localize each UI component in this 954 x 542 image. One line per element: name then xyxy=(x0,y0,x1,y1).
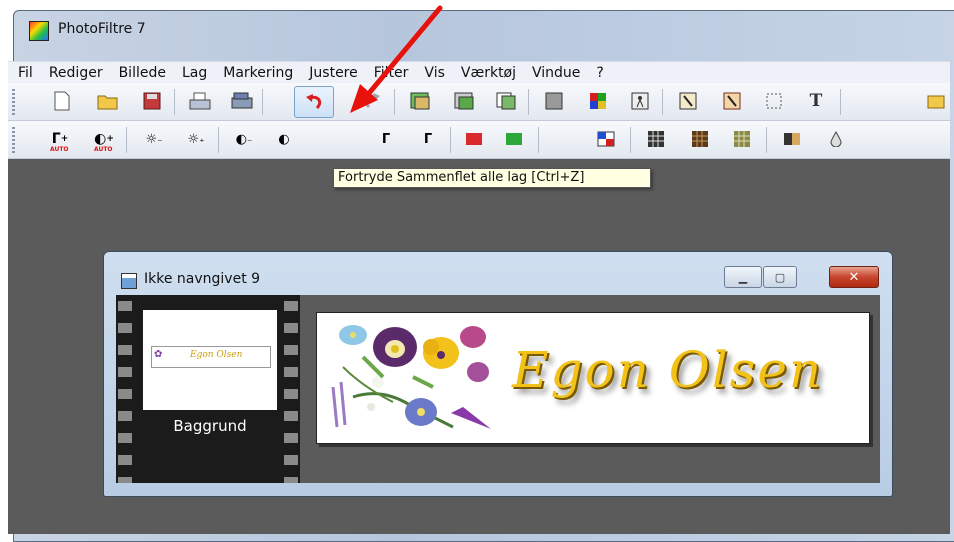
menu-billede[interactable]: Billede xyxy=(111,65,174,81)
duplicate-icon[interactable] xyxy=(494,89,518,113)
layer-effect-icon[interactable] xyxy=(676,89,700,113)
action-icon[interactable] xyxy=(628,89,652,113)
toolbar-separator xyxy=(840,89,841,115)
maximize-button[interactable]: ▢ xyxy=(763,266,797,288)
maximize-icon: ▢ xyxy=(774,270,786,284)
menu-vis[interactable]: Vis xyxy=(416,65,452,81)
film-sprocket-right xyxy=(284,295,298,483)
menu-rediger[interactable]: Rediger xyxy=(41,65,111,81)
gamma-auto-label: AUTO xyxy=(50,146,69,153)
undo-tooltip: Fortryde Sammenflet alle lag [Ctrl+Z] xyxy=(333,168,651,188)
toolbar-separator xyxy=(630,127,631,153)
document-content: ✿ Egon Olsen Baggrund Egon Olsen xyxy=(116,295,880,483)
layer-thumbnail-image: ✿ Egon Olsen xyxy=(151,346,271,368)
mosaic-filter-icon[interactable] xyxy=(688,127,712,151)
gray-fill-icon[interactable] xyxy=(542,89,566,113)
scan-icon[interactable] xyxy=(230,89,254,113)
toolbar-separator xyxy=(126,127,127,153)
toolbar-separator xyxy=(218,127,219,153)
text-tool-icon[interactable]: T xyxy=(804,89,828,113)
menu-help[interactable]: ? xyxy=(588,65,611,81)
layer-name: Baggrund xyxy=(173,417,247,435)
toolbar-separator xyxy=(538,127,539,153)
new-file-icon[interactable] xyxy=(50,89,74,113)
main-toolbar: T xyxy=(8,83,950,121)
paste-transparent-icon[interactable] xyxy=(452,89,476,113)
adjust-toolbar: Γ + AUTO ◐ + AUTO ☼ ₋ ☼ ₊ ◐ ₋ ◐ Γ Γ xyxy=(8,121,950,159)
undo-button[interactable] xyxy=(294,86,334,118)
thumb-flower-icon: ✿ xyxy=(154,349,163,360)
image-canvas[interactable]: Egon Olsen xyxy=(316,312,870,444)
app-title: PhotoFiltre 7 xyxy=(58,21,146,37)
toolbar-grip[interactable] xyxy=(12,127,15,153)
contrast-plus-icon[interactable]: ◐ xyxy=(272,127,296,151)
gamma-plus-icon[interactable]: Γ xyxy=(416,127,440,151)
toolbar-separator xyxy=(394,89,395,115)
redo-icon[interactable] xyxy=(360,89,384,113)
thumb-text: Egon Olsen xyxy=(190,350,243,360)
document-icon xyxy=(121,273,137,289)
toolbar-separator xyxy=(262,89,263,115)
close-icon: ✕ xyxy=(848,269,860,285)
print-icon[interactable] xyxy=(188,89,212,113)
toolbar-separator xyxy=(662,89,663,115)
toolbar-separator xyxy=(528,89,529,115)
contrast-auto-icon[interactable]: ◐ + AUTO xyxy=(92,127,116,153)
color-palette-icon[interactable] xyxy=(586,89,610,113)
menu-filter[interactable]: Filter xyxy=(366,65,417,81)
menu-vindue[interactable]: Vindue xyxy=(524,65,588,81)
layer-filter-icon[interactable] xyxy=(780,127,804,151)
menu-vaerktoej[interactable]: Værktøj xyxy=(453,65,524,81)
flower-bouquet-image xyxy=(331,325,491,429)
contrast-minus-icon[interactable]: ◐ ₋ xyxy=(232,127,256,151)
layer-stamp-icon[interactable] xyxy=(720,89,744,113)
brightness-minus-icon[interactable]: ☼ ₋ xyxy=(142,127,166,151)
minimize-icon: ▁ xyxy=(738,270,748,284)
menu-markering[interactable]: Markering xyxy=(215,65,301,81)
layer-panel: ✿ Egon Olsen Baggrund xyxy=(116,295,300,483)
menu-justere[interactable]: Justere xyxy=(301,65,365,81)
red-channel-icon[interactable] xyxy=(462,127,486,151)
toolbar-separator xyxy=(174,89,175,115)
selection-icon[interactable] xyxy=(762,89,786,113)
title-bar: PhotoFiltre 7 xyxy=(14,11,954,51)
drop-icon[interactable] xyxy=(824,127,848,151)
open-folder-icon[interactable] xyxy=(96,89,120,113)
menu-fil[interactable]: Fil xyxy=(8,65,41,81)
save-icon[interactable] xyxy=(140,89,164,113)
grid-filter-icon[interactable] xyxy=(644,127,668,151)
gamma-minus-icon[interactable]: Γ xyxy=(374,127,398,151)
menu-lag[interactable]: Lag xyxy=(174,65,215,81)
extra-tool-icon[interactable] xyxy=(924,89,948,113)
undo-icon xyxy=(306,94,322,110)
document-title: Ikke navngivet 9 xyxy=(144,271,261,287)
tile-filter-icon[interactable] xyxy=(730,127,754,151)
green-channel-icon[interactable] xyxy=(502,127,526,151)
contrast-auto-label: AUTO xyxy=(94,146,113,153)
photofiltre-app-icon xyxy=(29,21,49,41)
toolbar-separator xyxy=(450,127,451,153)
document-window[interactable]: Ikke navngivet 9 ▁ ▢ ✕ ✿ Egon Olsen Bagg… xyxy=(103,251,893,497)
toolbar-grip[interactable] xyxy=(12,89,15,115)
toolbar-separator xyxy=(766,127,767,153)
layer-thumbnail[interactable]: ✿ Egon Olsen xyxy=(143,310,277,410)
brightness-plus-icon[interactable]: ☼ ₊ xyxy=(184,127,208,151)
hue-icon[interactable] xyxy=(594,127,618,151)
paste-image-icon[interactable] xyxy=(408,89,432,113)
film-sprocket-left xyxy=(118,295,132,483)
canvas-text-egon-olsen: Egon Olsen xyxy=(512,341,824,399)
menu-bar: Fil Rediger Billede Lag Markering Juster… xyxy=(8,61,950,84)
gamma-auto-icon[interactable]: Γ + AUTO xyxy=(48,127,72,153)
minimize-button[interactable]: ▁ xyxy=(724,266,762,288)
close-button[interactable]: ✕ xyxy=(829,266,879,288)
